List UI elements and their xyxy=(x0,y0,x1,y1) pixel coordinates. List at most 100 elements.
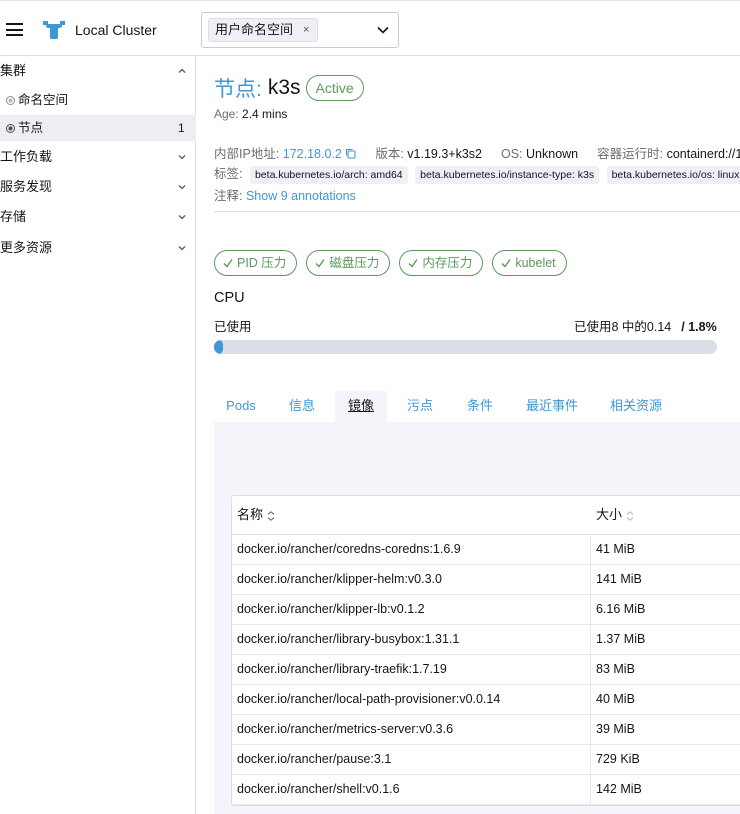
cpu-detail: 已使用8 中的0.14 / 1.8% xyxy=(574,316,717,335)
tab-info[interactable]: 信息 xyxy=(276,391,328,422)
column-header-size[interactable]: 大小 xyxy=(596,496,634,534)
column-separator xyxy=(590,775,591,804)
chip-remove-icon[interactable]: × xyxy=(303,19,309,41)
tab-related-resources[interactable]: 相关资源 xyxy=(602,391,670,422)
status-badge: Active xyxy=(305,75,364,101)
check-icon xyxy=(408,259,418,268)
sidebar-item-label: 节点 xyxy=(18,121,44,135)
annotations-label: 注释: xyxy=(214,189,243,203)
namespace-filter-select[interactable]: 用户命名空间 × xyxy=(201,12,399,48)
sidebar-group-label: 服务发现 xyxy=(0,179,53,194)
column-separator xyxy=(590,625,591,654)
column-header-label: 大小 xyxy=(596,507,623,522)
column-separator xyxy=(590,715,591,744)
table-header: 名称 大小 xyxy=(232,496,740,535)
os-label: OS: xyxy=(500,147,523,161)
os-value: Unknown xyxy=(526,147,579,161)
condition-badge: 磁盘压力 xyxy=(306,250,391,276)
namespace-chip: 用户命名空间 × xyxy=(208,18,319,42)
label-tag: beta.kubernetes.io/instance-type: k3s xyxy=(415,166,600,184)
image-size-cell: 6.16 MiB xyxy=(596,602,646,616)
column-separator xyxy=(590,535,591,564)
image-size-cell: 142 MiB xyxy=(596,782,642,796)
condition-label: 磁盘压力 xyxy=(329,256,380,270)
sidebar-group-workloads[interactable]: 工作负载 xyxy=(0,144,196,170)
namespace-chip-label: 用户命名空间 xyxy=(215,22,294,37)
table-row: docker.io/rancher/klipper-helm:v0.3.0 141… xyxy=(232,565,740,595)
age-label: Age: xyxy=(214,107,239,121)
sidebar-group-cluster[interactable]: 集群 xyxy=(0,58,196,84)
label-tag: beta.kubernetes.io/os: linux xyxy=(606,166,740,184)
sidebar-group-label: 工作负载 xyxy=(0,149,53,164)
sidebar-item-label: 命名空间 xyxy=(18,93,69,107)
cpu-percent: / 1.8% xyxy=(681,320,717,334)
cpu-title: CPU xyxy=(214,290,245,306)
sidebar: 集群 命名空间 节点 1 工作负载 服务发现 存储 更多资源 xyxy=(0,56,196,814)
image-name-cell: docker.io/rancher/library-busybox:1.31.1 xyxy=(237,632,460,646)
node-name: k3s xyxy=(267,76,301,99)
node-icon xyxy=(6,124,15,133)
sidebar-group-label: 集群 xyxy=(0,63,27,78)
annotations-row: 注释: Show 9 annotations xyxy=(214,185,356,204)
table-row: docker.io/rancher/klipper-lb:v0.1.2 6.16 … xyxy=(232,595,740,625)
title-prefix: 节点: xyxy=(214,78,262,101)
page-title: 节点: k3s Active xyxy=(214,74,364,102)
image-size-cell: 40 MiB xyxy=(596,692,635,706)
tab-recent-events[interactable]: 最近事件 xyxy=(518,391,586,422)
condition-badge: kubelet xyxy=(492,250,567,276)
table-row: docker.io/rancher/coredns-coredns:1.6.9 4… xyxy=(232,535,740,565)
condition-label: 内存压力 xyxy=(422,256,473,270)
sidebar-group-label: 更多资源 xyxy=(0,240,53,255)
sidebar-item-namespaces[interactable]: 命名空间 xyxy=(0,87,196,113)
chevron-down-icon xyxy=(178,215,186,220)
tab-conditions[interactable]: 条件 xyxy=(454,391,506,422)
chevron-down-icon xyxy=(178,246,186,251)
sort-icon xyxy=(626,510,634,521)
internal-ip-value[interactable]: 172.18.0.2 xyxy=(283,147,342,161)
sidebar-group-storage[interactable]: 存储 xyxy=(0,204,196,230)
sidebar-group-label: 存储 xyxy=(0,209,27,224)
column-separator xyxy=(590,595,591,624)
condition-label: PID 压力 xyxy=(237,256,287,270)
copy-icon[interactable] xyxy=(345,148,356,159)
runtime-label: 容器运行时: xyxy=(597,147,664,161)
node-meta-row: 内部IP地址: 172.18.0.2 版本: v1.19.3+k3s2 OS: … xyxy=(214,143,740,162)
image-size-cell: 41 MiB xyxy=(596,542,635,556)
chevron-down-icon xyxy=(178,155,186,160)
internal-ip-label: 内部IP地址: xyxy=(214,147,280,161)
sidebar-group-service-discovery[interactable]: 服务发现 xyxy=(0,174,196,200)
column-separator xyxy=(590,745,591,774)
image-size-cell: 729 KiB xyxy=(596,752,640,766)
check-icon xyxy=(315,259,325,268)
table-row: docker.io/rancher/shell:v0.1.6 142 MiB xyxy=(232,775,740,805)
age-value: 2.4 mins xyxy=(242,107,288,121)
sidebar-item-nodes[interactable]: 节点 1 xyxy=(0,115,196,141)
image-name-cell: docker.io/rancher/pause:3.1 xyxy=(237,752,392,766)
image-name-cell: docker.io/rancher/shell:v0.1.6 xyxy=(237,782,400,796)
show-annotations-link[interactable]: Show 9 annotations xyxy=(246,189,356,203)
tab-images[interactable]: 镜像 xyxy=(335,391,387,422)
version-value: v1.19.3+k3s2 xyxy=(407,147,483,161)
cluster-name: Local Cluster xyxy=(75,22,157,38)
column-header-label: 名称 xyxy=(237,507,264,522)
image-name-cell: docker.io/rancher/coredns-coredns:1.6.9 xyxy=(237,542,461,556)
image-name-cell: docker.io/rancher/klipper-lb:v0.1.2 xyxy=(237,602,425,616)
cpu-detail-text: 已使用8 中的0.14 xyxy=(574,320,672,334)
sidebar-item-count: 1 xyxy=(178,121,185,135)
table-row: docker.io/rancher/local-path-provisioner… xyxy=(232,685,740,715)
tab-pods[interactable]: Pods xyxy=(214,391,268,422)
condition-label: kubelet xyxy=(515,256,556,270)
chevron-down-icon[interactable] xyxy=(376,23,390,37)
images-tab-panel: 名称 大小 docker.io/rancher/coredns-coredns:… xyxy=(214,422,740,814)
namespace-icon xyxy=(6,96,15,105)
column-header-name[interactable]: 名称 xyxy=(237,496,275,534)
conditions-list: PID 压力 磁盘压力 内存压力 kubelet xyxy=(214,250,567,276)
check-icon xyxy=(223,259,233,268)
sidebar-group-more-resources[interactable]: 更多资源 xyxy=(0,235,196,261)
age: Age: 2.4 mins xyxy=(214,107,287,121)
hamburger-menu-icon[interactable] xyxy=(6,23,23,36)
image-size-cell: 83 MiB xyxy=(596,662,635,676)
tab-taints[interactable]: 污点 xyxy=(394,391,446,422)
main-content: 节点: k3s Active Age: 2.4 mins 内部IP地址: 172… xyxy=(196,56,740,814)
image-name-cell: docker.io/rancher/metrics-server:v0.3.6 xyxy=(237,722,454,736)
